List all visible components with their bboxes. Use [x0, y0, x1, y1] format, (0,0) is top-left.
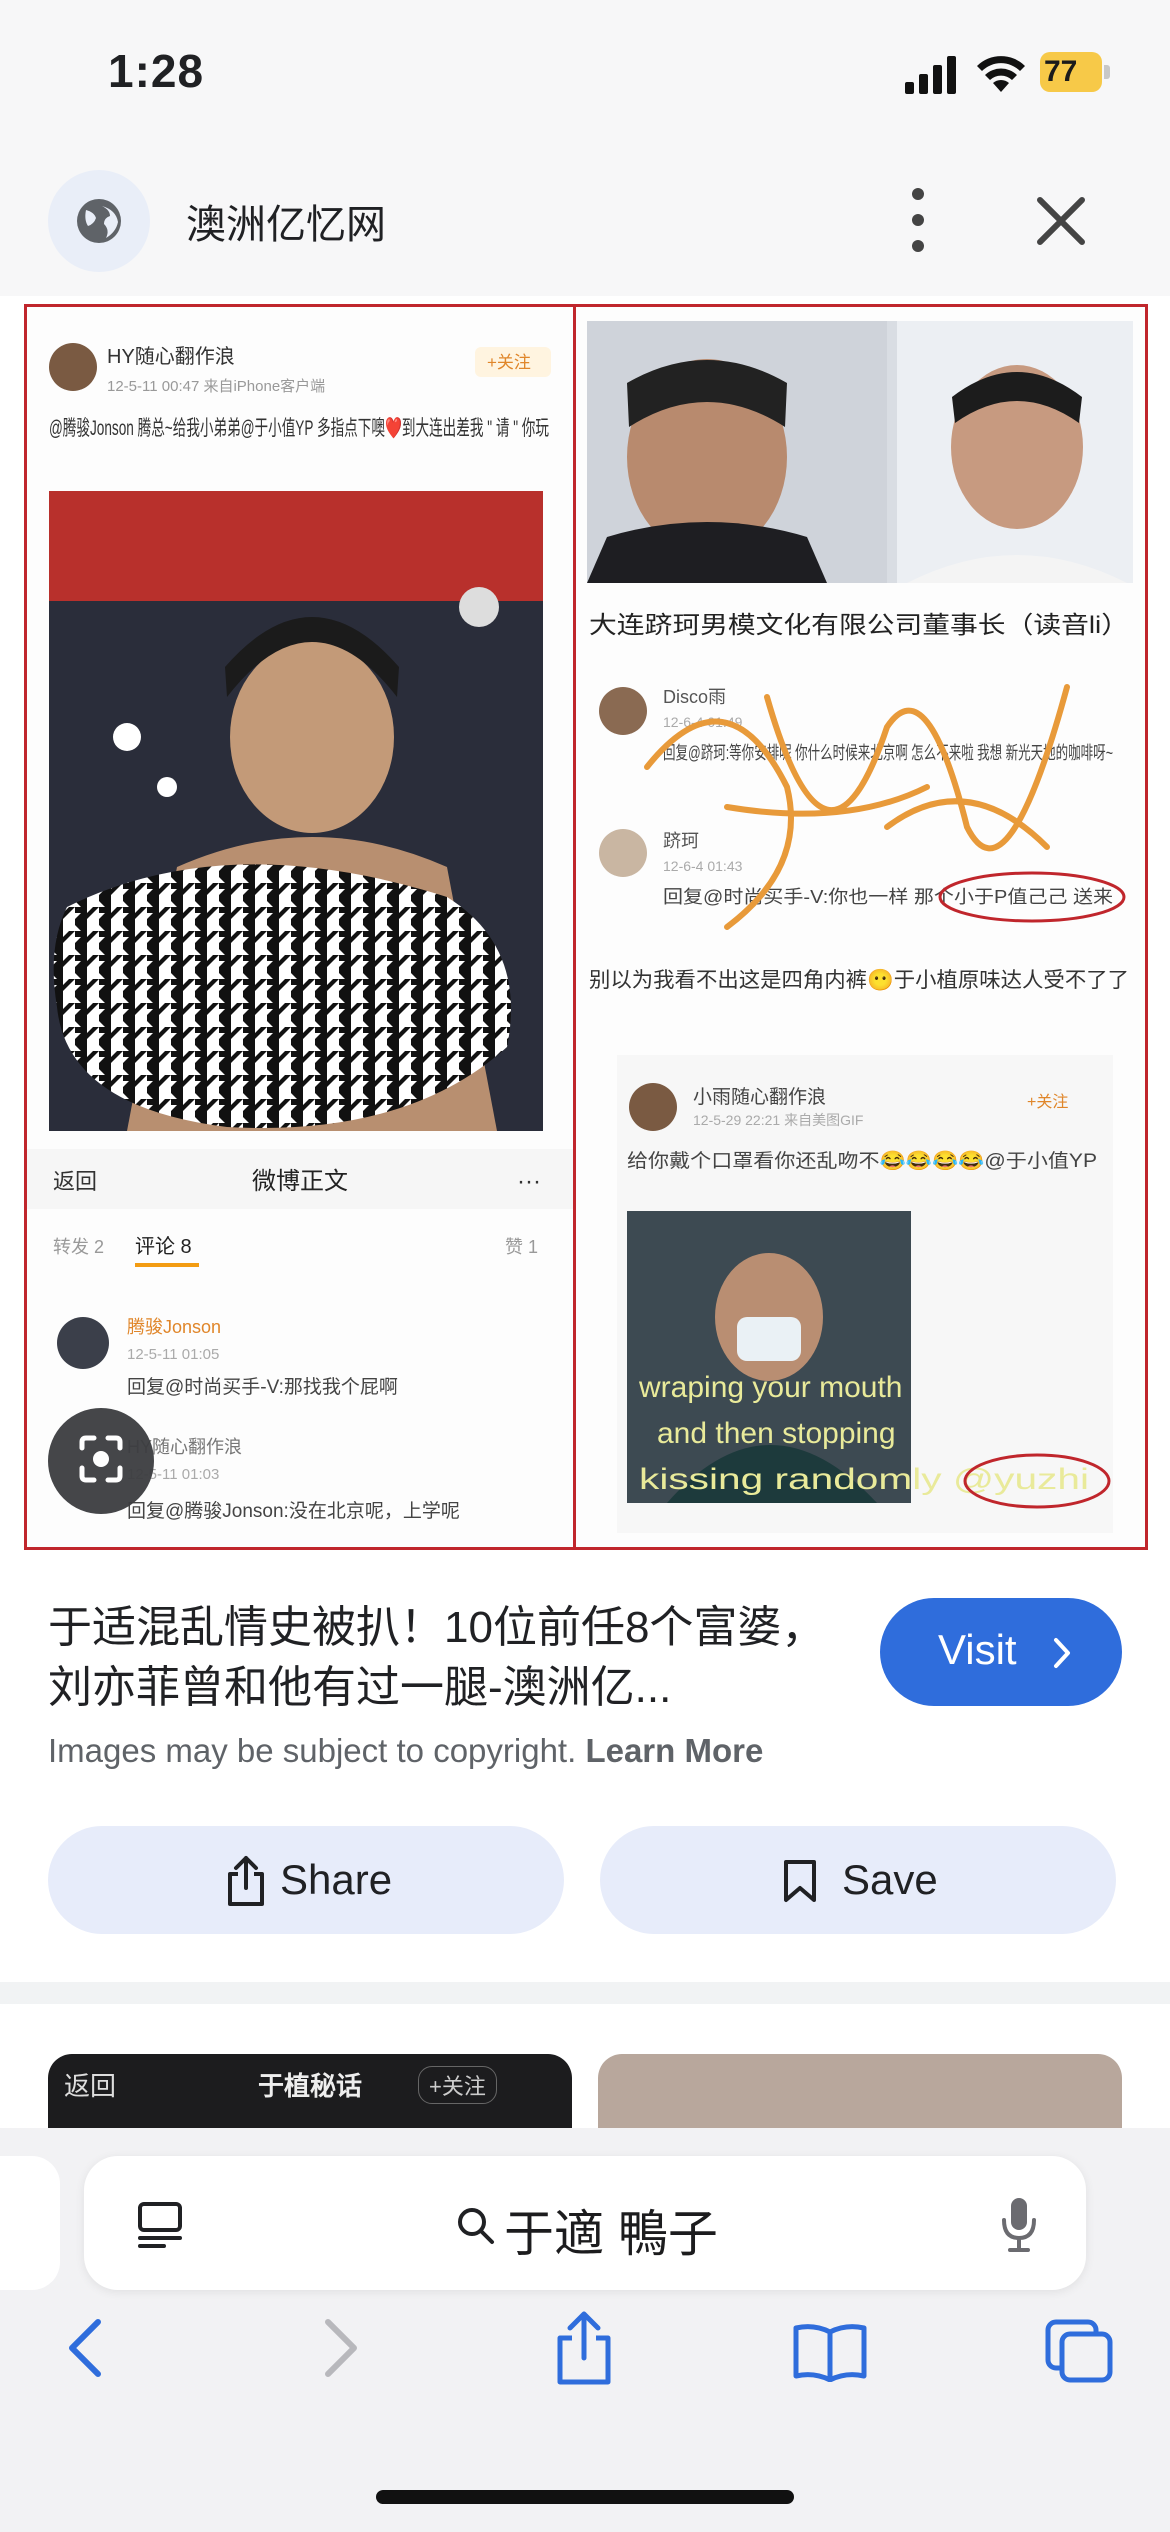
sub-line-2: and then stopping — [657, 1417, 896, 1450]
status-time: 1:28 — [108, 45, 205, 97]
share-button[interactable]: Share — [48, 1826, 564, 1934]
c1-text: 回复@时尚买手-V:那找我个屁啊 — [127, 1376, 398, 1398]
share-icon — [228, 1856, 264, 1906]
thumb-title: 于植秘话 — [258, 2071, 363, 2101]
site-header: 澳洲亿忆网 — [0, 150, 1170, 296]
post-text: @腾骏Jonson 腾总~给我小弟弟@于小值YP 多指点下噢❤️到大连出差我 "… — [49, 416, 549, 440]
save-label: Save — [842, 1856, 938, 1903]
c1-meta: 12-5-11 01:05 — [127, 1346, 219, 1363]
lens-icon — [79, 1435, 123, 1483]
search-icon — [458, 2208, 494, 2244]
tabs-icon[interactable] — [1044, 2318, 1114, 2384]
learn-more-link[interactable]: Learn More — [585, 1732, 763, 1769]
wifi-icon — [977, 56, 1025, 92]
copyright-text: Images may be subject to copyright. — [48, 1732, 577, 1769]
search-query: 于適 鴨子 — [504, 2206, 718, 2262]
post-meta: 12-5-11 00:47 来自iPhone客户端 — [107, 378, 325, 395]
sub-line-3: kissing randomly @yuzhi — [639, 1463, 1089, 1496]
p2-follow: +关注 — [1027, 1093, 1068, 1111]
svg-text:···: ··· — [517, 1168, 541, 1195]
previous-tab-peek[interactable] — [0, 2156, 60, 2290]
r-c2-text: 回复@时尚买手-V:你也一样 那个小于P值己己 送来 — [663, 887, 1113, 907]
battery-icon: 77 — [1040, 52, 1112, 92]
weibo-back: 返回 — [53, 1169, 97, 1194]
collage-artwork: HY随心翻作浪 12-5-11 00:47 来自iPhone客户端 +关注 @腾… — [27, 321, 1133, 1533]
r-c2-user: 跻珂 — [663, 831, 699, 851]
site-name: 澳洲亿忆网 — [186, 203, 386, 247]
save-button[interactable]: Save — [600, 1826, 1116, 1934]
chevron-right-icon — [1054, 1638, 1070, 1668]
r-c2-meta: 12-6-4 01:43 — [663, 858, 743, 874]
right-caption: 大连跻珂男模文化有限公司董事长（读音li） — [589, 612, 1129, 639]
bookmarks-icon[interactable] — [792, 2322, 868, 2382]
related-image-thumb[interactable]: 返回 于植秘话 +关注 — [48, 2054, 572, 2130]
more-vert-icon[interactable] — [898, 180, 938, 260]
google-lens-button[interactable] — [48, 1408, 154, 1514]
result-title[interactable]: 于适混乱情史被扒！10位前任8个富婆，刘亦菲曾和他有过一腿-澳洲亿... — [48, 1598, 848, 1718]
visit-button[interactable]: Visit — [880, 1598, 1122, 1706]
p2-text: 给你戴个口罩看你还乱吻不😂😂😂😂@于小值YP — [627, 1150, 1097, 1172]
share-icon[interactable] — [552, 2310, 616, 2386]
page-menu-icon[interactable] — [136, 2200, 184, 2248]
back-icon[interactable] — [64, 2316, 108, 2380]
r-c1-user: Disco雨 — [663, 687, 726, 707]
right-note: 别以为我看不出这是四角内裤😶于小植原味达人受不了了 — [589, 968, 1129, 992]
section-divider — [0, 1982, 1170, 2004]
thumb-follow: +关注 — [418, 2066, 497, 2104]
follow-label: +关注 — [487, 353, 531, 372]
related-image-thumb[interactable] — [598, 2054, 1122, 2130]
tab-comment: 评论 8 — [135, 1235, 192, 1258]
share-label: Share — [280, 1856, 393, 1903]
status-bar: 1:28 77 — [0, 0, 1170, 150]
copyright-notice: Images may be subject to copyright. Lear… — [48, 1732, 763, 1770]
p2-meta: 12-5-29 22:21 来自美图GIF — [693, 1112, 863, 1128]
home-indicator — [376, 2490, 794, 2504]
address-bar[interactable]: 于適 鴨子 — [84, 2156, 1086, 2290]
close-icon[interactable] — [1030, 190, 1092, 252]
weibo-title: 微博正文 — [252, 1168, 348, 1195]
battery-level: 77 — [1044, 55, 1078, 88]
c2-text: 回复@腾骏Jonson:没在北京呢，上学呢 — [127, 1500, 460, 1522]
visit-label: Visit — [938, 1626, 1017, 1673]
image-preview[interactable]: HY随心翻作浪 12-5-11 00:47 来自iPhone客户端 +关注 @腾… — [0, 296, 1170, 1558]
bookmark-icon — [784, 1860, 816, 1902]
tab-like: 赞 1 — [505, 1237, 538, 1257]
c1-user: 腾骏Jonson — [127, 1317, 221, 1337]
microphone-icon[interactable] — [1000, 2196, 1038, 2252]
collage-image: HY随心翻作浪 12-5-11 00:47 来自iPhone客户端 +关注 @腾… — [24, 304, 1148, 1550]
tab-repost: 转发 2 — [53, 1237, 104, 1257]
p2-user: 小雨随心翻作浪 — [693, 1086, 826, 1108]
cellular-signal-icon — [905, 56, 956, 94]
thumb-back-label: 返回 — [64, 2071, 117, 2101]
forward-icon[interactable] — [318, 2316, 362, 2380]
globe-icon — [48, 170, 150, 272]
post-user: HY随心翻作浪 — [107, 345, 235, 368]
sub-line-1: wraping your mouth — [638, 1371, 902, 1404]
